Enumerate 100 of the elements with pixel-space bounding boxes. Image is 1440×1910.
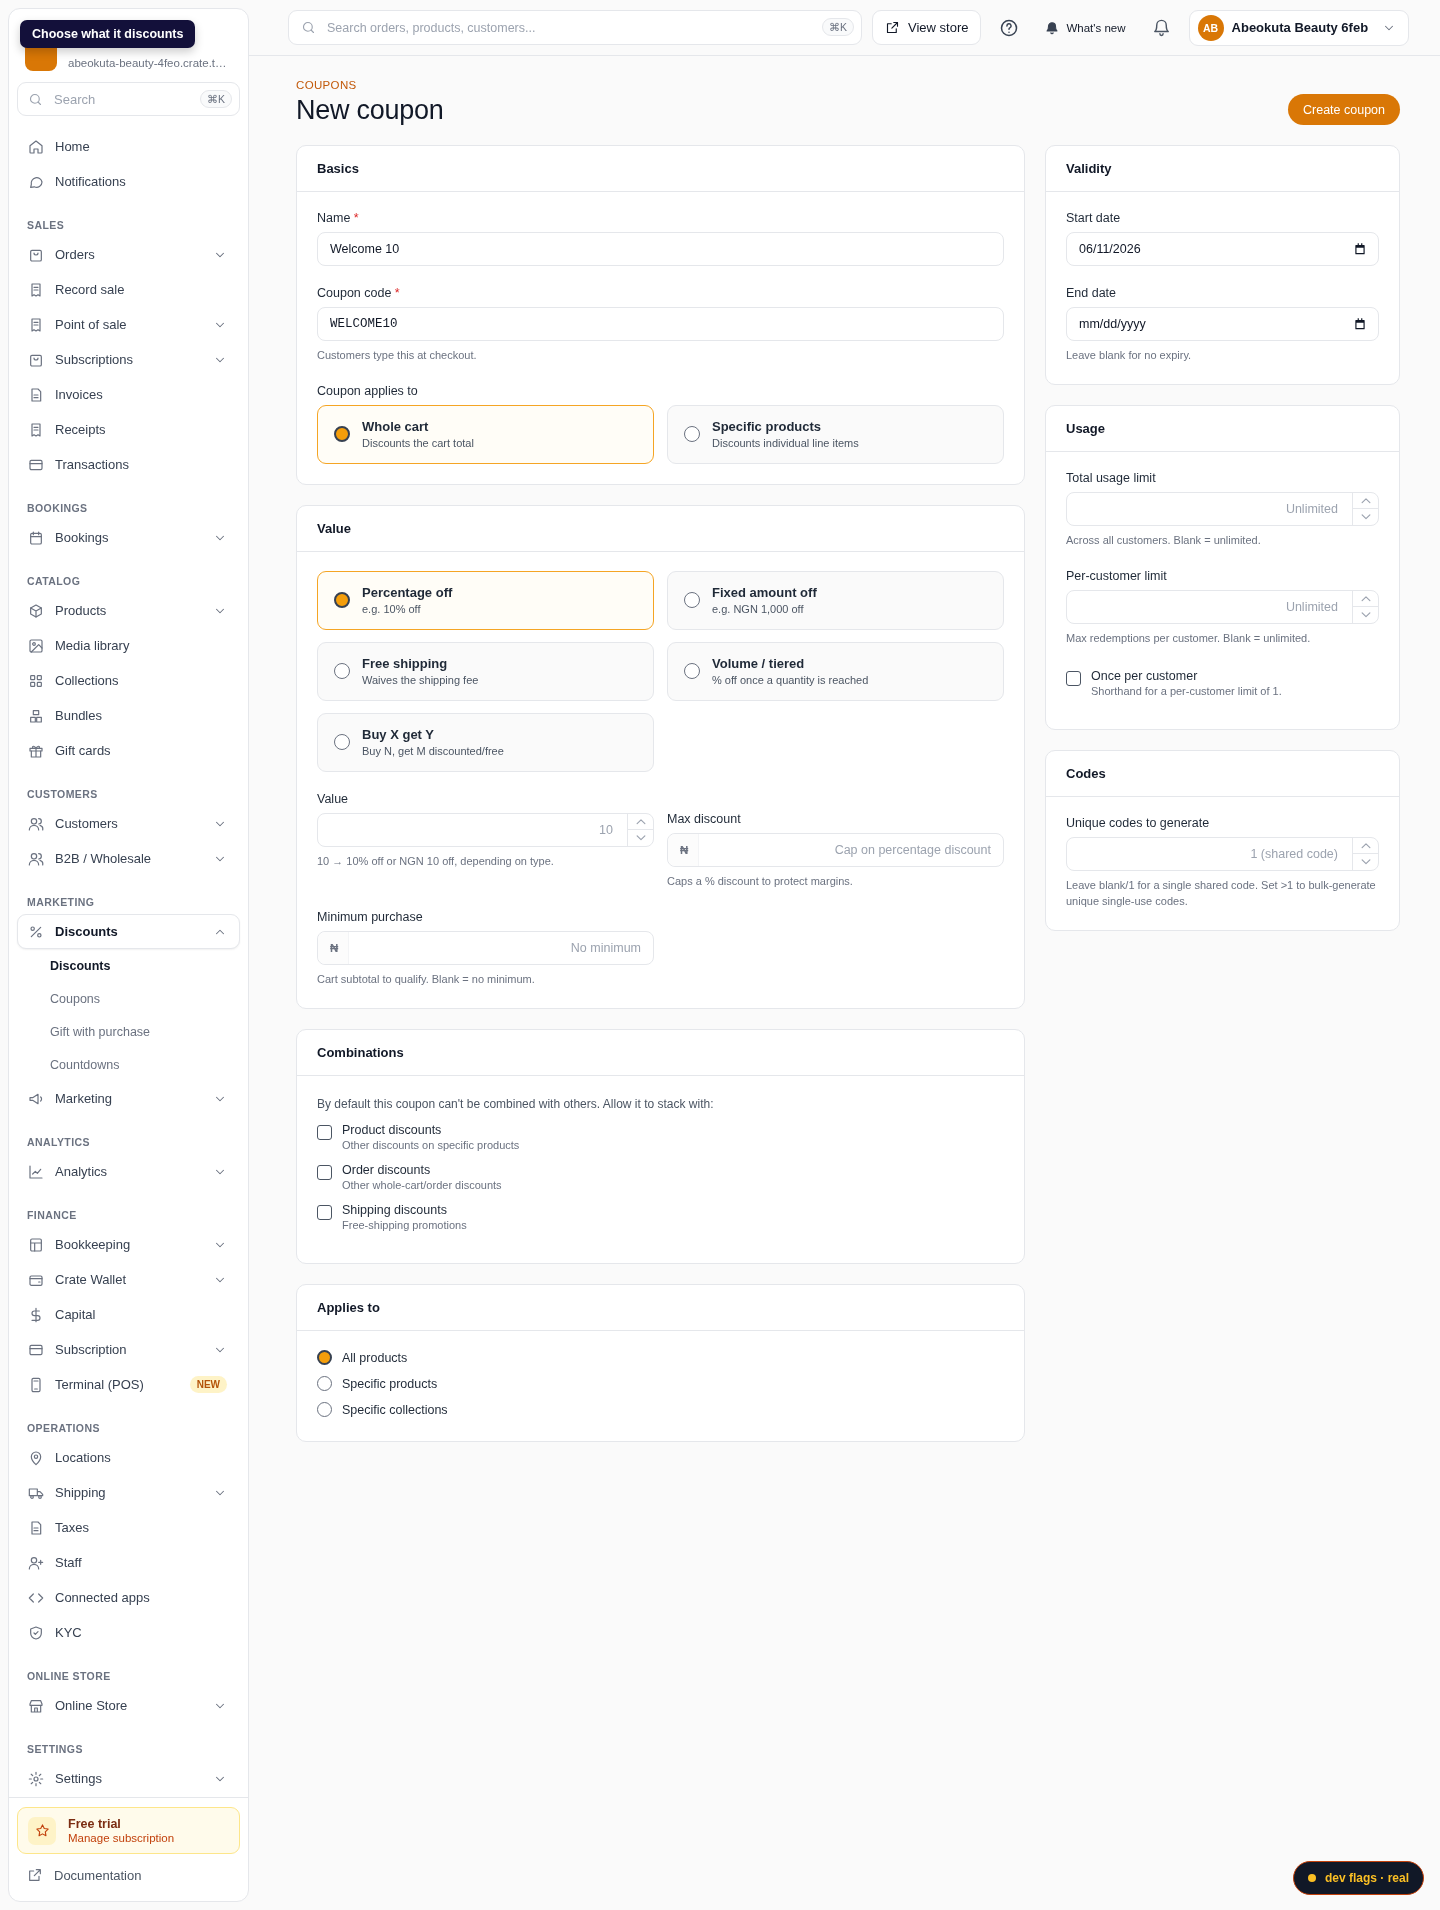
option-title: Fixed amount off: [712, 585, 817, 601]
nav-item[interactable]: Customers: [17, 806, 240, 841]
field-label: Max discount: [667, 811, 742, 826]
nav-item[interactable]: Terminal (POS) NEW: [17, 1367, 240, 1402]
nav-item[interactable]: Transactions: [17, 447, 240, 482]
nav-item[interactable]: Media library: [17, 628, 240, 663]
checkbox-label[interactable]: Once per customer: [1091, 668, 1282, 683]
nav-item[interactable]: Shipping: [17, 1475, 240, 1510]
nav-item[interactable]: Invoices: [17, 377, 240, 412]
nav-item[interactable]: Record sale: [17, 272, 240, 307]
option-card[interactable]: Percentage off e.g. 10% off: [317, 570, 654, 630]
date-field[interactable]: mm/dd/yyyy: [1066, 307, 1379, 341]
number-field[interactable]: 10: [317, 812, 654, 847]
nav-item[interactable]: B2B / Wholesale: [17, 841, 240, 876]
checkbox[interactable]: [317, 1204, 332, 1220]
radio-button[interactable]: [334, 734, 350, 751]
checkbox[interactable]: [317, 1164, 332, 1180]
radio-label[interactable]: Specific collections: [342, 1402, 448, 1417]
receipt-icon: [28, 421, 44, 438]
checkbox-label[interactable]: Shipping discounts: [342, 1202, 467, 1217]
nav-item[interactable]: Connected apps: [17, 1580, 240, 1615]
nav-item[interactable]: Subscription: [17, 1332, 240, 1367]
documentation-link[interactable]: Documentation: [17, 1857, 240, 1893]
radio-button[interactable]: [684, 426, 700, 443]
radio-label[interactable]: All products: [342, 1350, 408, 1365]
checkbox[interactable]: [1066, 670, 1081, 686]
number-field[interactable]: Unlimited: [1066, 491, 1379, 526]
nav-item[interactable]: Online Store: [17, 1688, 240, 1723]
nav-item[interactable]: Taxes: [17, 1510, 240, 1545]
option-card[interactable]: Specific products Discounts individual line items: [667, 404, 1004, 464]
notifications-icon[interactable]: [1151, 18, 1171, 37]
field-label: Start date: [1066, 211, 1122, 225]
radio-button[interactable]: [317, 1376, 332, 1392]
radio-button[interactable]: [334, 663, 350, 680]
text-field[interactable]: WELCOME10: [317, 307, 1004, 341]
nav-item[interactable]: Point of sale: [17, 307, 240, 342]
nav-subitem[interactable]: Discounts: [17, 949, 240, 982]
free-trial-card[interactable]: Free trial Manage subscription: [17, 1807, 240, 1854]
radio-button[interactable]: [684, 592, 700, 609]
nav-item[interactable]: Home: [17, 129, 240, 164]
field-label: Value: [317, 791, 350, 806]
trial-title: Free trial: [68, 1817, 122, 1831]
helper-text: Cart subtotal to qualify. Blank = no minimum.: [317, 971, 536, 987]
nav-item[interactable]: Gift cards: [17, 733, 240, 768]
date-field[interactable]: 06/11/2026: [1066, 232, 1379, 266]
card-title: Combinations: [317, 1044, 404, 1060]
option-card[interactable]: Free shipping Waives the shipping fee: [317, 641, 654, 701]
checkbox-label[interactable]: Order discounts: [342, 1162, 502, 1177]
nav-item[interactable]: KYC: [17, 1615, 240, 1650]
nav-item[interactable]: Settings: [17, 1761, 240, 1796]
text-field[interactable]: Welcome 10: [317, 232, 1004, 266]
option-card[interactable]: Fixed amount off e.g. NGN 1,000 off: [667, 570, 1004, 630]
bell-icon: [1045, 20, 1060, 35]
nav-item[interactable]: Discounts: [17, 914, 240, 949]
nav-item[interactable]: Bookings: [17, 520, 240, 555]
radio-button[interactable]: [334, 592, 350, 609]
status-dot: [1307, 1874, 1316, 1882]
nav-item[interactable]: Subscriptions: [17, 342, 240, 377]
nav-subitem[interactable]: Gift with purchase: [17, 1015, 240, 1048]
nav-item[interactable]: Locations: [17, 1440, 240, 1475]
external-link-icon: [885, 20, 900, 35]
nav-item[interactable]: Staff: [17, 1545, 240, 1580]
dev-flags-badge[interactable]: dev flags · real: [1292, 1861, 1424, 1895]
grid-icon: [28, 672, 44, 689]
breadcrumb[interactable]: COUPONS: [296, 79, 444, 91]
nav-item[interactable]: Bundles: [17, 698, 240, 733]
option-card[interactable]: Buy X get Y Buy N, get M discounted/free: [317, 712, 654, 772]
nav-item[interactable]: Notifications: [17, 164, 240, 199]
nav-item[interactable]: Marketing: [17, 1081, 240, 1116]
whats-new-button[interactable]: What's new: [1037, 10, 1134, 45]
nav-item[interactable]: Products: [17, 593, 240, 628]
nav-subitem[interactable]: Countdowns: [17, 1048, 240, 1081]
radio-label[interactable]: Specific products: [342, 1376, 438, 1391]
view-store-button[interactable]: View store: [872, 10, 982, 45]
radio-button[interactable]: [317, 1350, 332, 1366]
checkbox-label[interactable]: Product discounts: [342, 1122, 520, 1137]
option-card[interactable]: Volume / tiered % off once a quantity is reached: [667, 641, 1004, 701]
checkbox-description: Free-shipping promotions: [342, 1218, 467, 1231]
card-title: Applies to: [317, 1299, 380, 1315]
section-label: CATALOG: [26, 574, 82, 589]
nav-item[interactable]: Orders: [17, 237, 240, 272]
nav-item[interactable]: Crate Wallet: [17, 1262, 240, 1297]
external-link-icon: [27, 1867, 43, 1883]
radio-button[interactable]: [684, 663, 700, 680]
nav-item[interactable]: Collections: [17, 663, 240, 698]
radio-button[interactable]: [317, 1402, 332, 1418]
nav-item[interactable]: Receipts: [17, 412, 240, 447]
radio-button[interactable]: [334, 426, 350, 443]
number-field[interactable]: 1 (shared code): [1066, 836, 1379, 871]
help-icon[interactable]: [999, 17, 1020, 38]
account-menu[interactable]: AB Abeokuta Beauty 6feb: [1188, 9, 1410, 46]
section-label: MARKETING: [26, 895, 96, 910]
option-card[interactable]: Whole cart Discounts the cart total: [317, 404, 654, 464]
nav-item[interactable]: Capital: [17, 1297, 240, 1332]
number-field[interactable]: Unlimited: [1066, 589, 1379, 624]
search-icon: [28, 92, 43, 107]
checkbox[interactable]: [317, 1124, 332, 1140]
nav-item[interactable]: Analytics: [17, 1154, 240, 1189]
nav-item[interactable]: Bookkeeping: [17, 1227, 240, 1262]
nav-subitem[interactable]: Coupons: [17, 982, 240, 1015]
